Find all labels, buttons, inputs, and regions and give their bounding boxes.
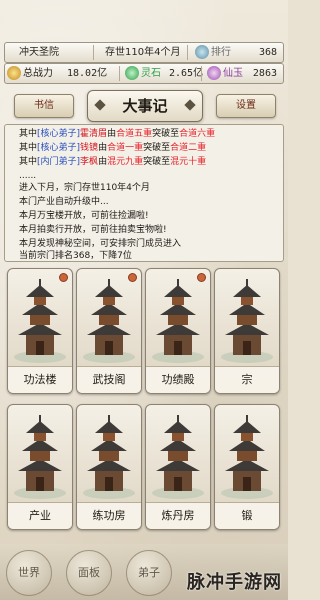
power-label: 总战力 [23,68,53,79]
page-title-text: 大事记 [122,97,168,115]
divider [93,45,94,60]
bottom-nav: 世界 面板 弟子 脉冲手游网 [0,544,288,600]
building-label: 宗 [215,366,279,393]
log-advance: 进入下月，宗门存世110年4个月 [19,183,150,193]
jade-icon [207,66,221,80]
building-card[interactable]: 产业 [7,404,73,530]
building-card[interactable]: 功法楼 [7,268,73,394]
building-illustration [83,279,135,363]
building-card[interactable]: 武技阁 [76,268,142,394]
building-illustration [83,415,135,499]
building-label: 炼丹房 [146,502,210,529]
sect-age: 存世110年4个月 [105,47,181,58]
divider [187,45,188,60]
ornament-left [94,99,106,111]
building-label: 功绩殿 [146,366,210,393]
ornament-right [184,99,196,111]
stone-value: 2.65亿 [169,68,204,79]
sect-name: 冲天圣院 [19,47,59,58]
log-auto-upgrade: 本门产业自动升级中... [19,197,109,207]
building-label: 产业 [8,502,72,529]
building-illustration [221,279,273,363]
jade-label: 仙玉 [223,68,243,79]
log-line: 其中[内门弟子]李枫由混元九重突破至混元十重 [19,157,207,167]
building-card[interactable]: 锻 [214,404,280,530]
jade-value: 2863 [252,68,277,79]
log-line: 其中[核心弟子]钱镜由合道一重突破至合道二重 [19,143,207,153]
building-label: 锻 [215,502,279,529]
building-label: 武技阁 [77,366,141,393]
building-label: 练功房 [77,502,141,529]
power-icon [7,66,21,80]
rank-value: 368 [258,47,277,58]
nav-panel[interactable]: 面板 [66,550,112,596]
rank-label[interactable]: 排行 [211,43,231,62]
divider [201,66,202,81]
building-card[interactable]: 宗 [214,268,280,394]
log-line: 其中[核心弟子]霍清眉由合道五重突破至合道六重 [19,129,216,139]
status-row-2: 总战力 18.02亿 灵石 2.65亿 仙玉 2863 [4,63,284,84]
building-illustration [152,415,204,499]
log-ranking: 当前宗门排名368，下降7位 [19,251,132,261]
status-row-1: 冲天圣院 存世110年4个月 排行 368 [4,42,284,63]
building-card[interactable]: 练功房 [76,404,142,530]
building-illustration [14,415,66,499]
settings-button[interactable]: 设置 [216,94,276,118]
log-mystery: 本月发现神秘空间，可安排宗门成员进入 [19,239,182,249]
building-card[interactable]: 炼丹房 [145,404,211,530]
log-auction: 本月拍卖行开放，可前往拍卖宝物啦! [19,225,167,235]
nav-world[interactable]: 世界 [6,550,52,596]
watermark: 脉冲手游网 [187,572,282,593]
building-illustration [14,279,66,363]
notification-dot [59,273,68,282]
power-value: 18.02亿 [67,68,108,79]
building-card[interactable]: 功绩殿 [145,268,211,394]
building-label: 功法楼 [8,366,72,393]
status-bar: 冲天圣院 存世110年4个月 排行 368 总战力 18.02亿 灵石 2.65… [0,40,288,84]
building-illustration [152,279,204,363]
building-illustration [221,415,273,499]
notification-dot [128,273,137,282]
event-log[interactable]: 其中[核心弟子]霍清眉由合道五重突破至合道六重 其中[核心弟子]钱镜由合道一重突… [4,124,284,262]
rank-icon [195,45,209,59]
divider [119,66,120,81]
spirit-stone-icon [125,66,139,80]
log-ellipsis: ...... [19,171,37,181]
log-treasure: 本月万宝楼开放，可前往捡漏啦! [19,211,149,221]
nav-disciples[interactable]: 弟子 [126,550,172,596]
notification-dot [197,273,206,282]
letters-button[interactable]: 书信 [14,94,74,118]
page-title: 大事记 [87,90,203,122]
stone-label: 灵石 [141,68,161,79]
